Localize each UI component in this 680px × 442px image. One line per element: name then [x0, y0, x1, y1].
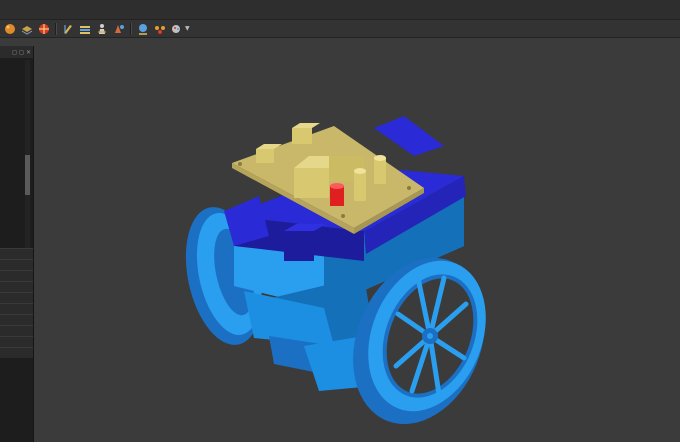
property-row[interactable] — [0, 303, 33, 314]
globe-icon[interactable] — [136, 22, 150, 36]
shapes-icon[interactable] — [112, 22, 126, 36]
left-panel: ◻ ◻ ✕ — [0, 46, 34, 442]
layers-icon[interactable] — [20, 22, 34, 36]
ruler-icon[interactable] — [61, 22, 75, 36]
maximize-icon[interactable]: ◻ — [19, 49, 24, 56]
stack-icon[interactable] — [78, 22, 92, 36]
property-row[interactable] — [0, 336, 33, 347]
property-row[interactable] — [0, 314, 33, 325]
property-row[interactable] — [0, 259, 33, 270]
property-row[interactable] — [0, 292, 33, 303]
property-row[interactable] — [0, 325, 33, 336]
toolbar: ▼ — [0, 20, 680, 38]
robot-model[interactable] — [34, 46, 680, 442]
toolbar-separator — [130, 22, 132, 35]
title-strip — [0, 0, 680, 20]
person-icon[interactable] — [95, 22, 109, 36]
close-icon[interactable]: ✕ — [26, 49, 31, 56]
scrollbar-thumb[interactable] — [25, 155, 30, 195]
3d-viewport[interactable] — [34, 46, 680, 442]
panel-header: ◻ ◻ ✕ — [0, 46, 33, 58]
property-row[interactable] — [0, 347, 33, 358]
property-rows — [0, 248, 33, 358]
lights-icon[interactable] — [153, 22, 167, 36]
paint-icon[interactable] — [170, 22, 184, 36]
property-row[interactable] — [0, 270, 33, 281]
property-row[interactable] — [0, 281, 33, 292]
sphere-orange-icon[interactable] — [3, 22, 17, 36]
toolbar-separator — [55, 22, 57, 35]
property-row[interactable] — [0, 248, 33, 259]
restore-icon[interactable]: ◻ — [12, 49, 17, 56]
target-red-icon[interactable] — [37, 22, 51, 36]
chevron-down-icon[interactable]: ▼ — [185, 25, 190, 32]
